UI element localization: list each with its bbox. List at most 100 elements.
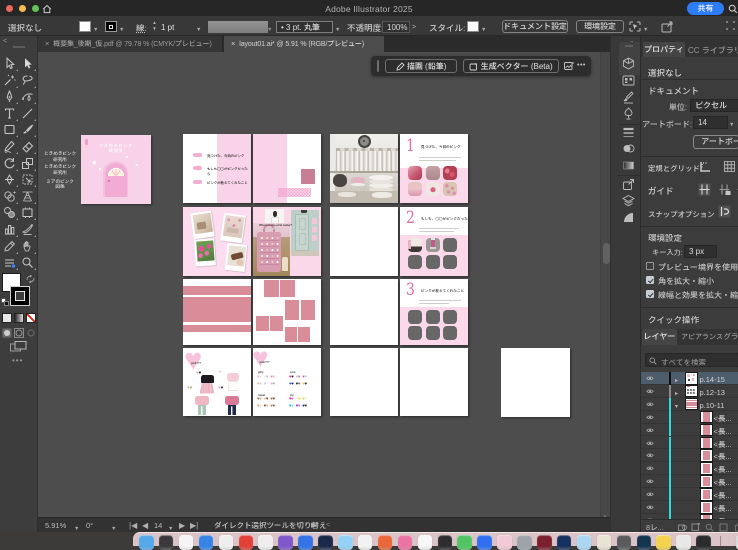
artboard-tool[interactable] — [21, 206, 34, 219]
disclosure-icon[interactable]: ▾ — [675, 401, 678, 410]
fill-color-swatch[interactable] — [79, 21, 91, 32]
layer-row[interactable]: ▸p.14-15 — [641, 372, 738, 385]
layer-thumbnail[interactable] — [701, 450, 712, 461]
visibility-eye-icon[interactable] — [646, 440, 654, 447]
gradient-mode-button[interactable] — [14, 313, 24, 323]
layer-name[interactable]: <長... — [714, 490, 732, 501]
lock-guides-icon[interactable] — [718, 183, 731, 196]
collapse-toolbar-icon[interactable]: < — [3, 36, 7, 46]
visibility-eye-icon[interactable] — [646, 427, 654, 434]
type-tool[interactable] — [3, 107, 16, 120]
key-input-field[interactable]: 3 px — [684, 245, 717, 258]
tab-document-2[interactable]: ×layout01.ai* @ 5.91 % (RGB/プレビュー) — [224, 36, 384, 52]
generate-vectors-button[interactable]: 生成ベクター (Beta) — [463, 59, 559, 73]
search-icon[interactable] — [728, 4, 738, 14]
opacity-value[interactable]: 100% — [382, 21, 410, 33]
intertwine-tool[interactable] — [3, 256, 16, 269]
layer-thumbnail[interactable] — [701, 412, 712, 423]
dock-app-icon[interactable] — [258, 535, 273, 550]
layer-name[interactable]: <長... — [714, 413, 732, 424]
contextual-task-bar[interactable]: 描画 (鉛筆) 生成ベクター (Beta) ••• — [371, 56, 591, 76]
brush-definition[interactable]: • 3 pt. 丸筆 — [276, 21, 333, 33]
dock-app-icon[interactable] — [597, 535, 612, 550]
style-swatch[interactable] — [467, 21, 479, 32]
layer-name[interactable]: <長... — [714, 477, 732, 488]
draw-pencil-button[interactable]: 描画 (鉛筆) — [385, 59, 457, 73]
scale-corners-label[interactable]: 角を拡大・縮小 — [658, 276, 714, 287]
layer-name[interactable]: <長... — [714, 464, 732, 475]
toolbar-drag-handle[interactable] — [13, 46, 25, 48]
free-transform-tool[interactable] — [21, 173, 34, 186]
share-button[interactable]: 共有 — [687, 2, 724, 15]
artboard-toc-left[interactable]: 見つけた、今日のピンク もしも○○がピンクだったら ピンクが教えてくれたこと — [183, 134, 251, 203]
fill-chevron-icon[interactable]: ▼ — [93, 25, 98, 33]
stroke-panel-icon[interactable] — [622, 126, 635, 139]
preferences-button[interactable]: 環境設定 — [576, 20, 624, 33]
width-profile-chevron-icon[interactable]: ▼ — [267, 25, 272, 33]
stroke-weight-label[interactable]: 線: — [136, 22, 147, 34]
stroke-chevron-icon[interactable]: ▼ — [119, 25, 124, 33]
layers-panel-icon[interactable] — [622, 194, 635, 207]
layer-row[interactable]: ▾p.10-11 — [641, 398, 738, 411]
last-artboard-icon[interactable]: ▶| — [190, 520, 198, 531]
artboard-nav-value[interactable]: 14 — [154, 520, 162, 531]
stroke-color-swatch[interactable] — [105, 21, 117, 32]
draw-inside-icon[interactable] — [26, 328, 36, 338]
make-mask-icon[interactable] — [678, 523, 687, 532]
3d-panel-icon[interactable] — [622, 57, 635, 70]
artboard-cover[interactable]: ときめきピンク 研究所 — [81, 135, 151, 204]
layer-row[interactable]: <長... — [641, 449, 738, 462]
dock-app-icon[interactable] — [457, 535, 472, 550]
dock-app-icon[interactable] — [477, 535, 492, 550]
tab-cc-libraries[interactable]: CC ライブラリ — [688, 45, 738, 56]
hand-tool[interactable] — [21, 240, 34, 253]
layer-thumbnail[interactable] — [701, 438, 712, 449]
visibility-eye-icon[interactable] — [646, 504, 654, 511]
style-chevron-icon[interactable]: ▼ — [481, 25, 486, 33]
snap-magnet-icon[interactable] — [718, 205, 731, 218]
rotation-chevron-icon[interactable]: ▼ — [111, 523, 116, 534]
default-fill-stroke-icon[interactable] — [1, 298, 9, 306]
slice-tool[interactable] — [21, 223, 34, 236]
zoom-tool[interactable] — [21, 256, 34, 269]
taskbar-drag-handle[interactable] — [377, 60, 379, 72]
panel-drag-handle[interactable] — [625, 45, 633, 47]
dock-app-icon[interactable] — [278, 535, 293, 550]
artboard-count-dropdown[interactable]: 14 — [693, 116, 728, 129]
export-icon[interactable] — [661, 21, 673, 33]
prev-artboard-icon[interactable]: ◀ — [142, 520, 148, 531]
line-segment-tool[interactable] — [21, 107, 34, 120]
shape-builder-tool[interactable] — [3, 190, 16, 203]
dock-app-icon[interactable] — [239, 535, 254, 550]
dock-app-icon[interactable] — [298, 535, 313, 550]
dock-app-icon[interactable] — [537, 535, 552, 550]
workspace-icon[interactable] — [726, 21, 735, 30]
visibility-eye-icon[interactable] — [646, 375, 654, 382]
canvas-pasteboard[interactable]: ときめきピンク 研究所 ときめきピンク 研究所 ミアのピンク 図鑑 ときめきピン… — [38, 52, 610, 517]
layer-name[interactable]: p.14-15 — [700, 374, 725, 385]
first-artboard-icon[interactable]: |◀ — [129, 520, 137, 531]
macos-dock[interactable] — [133, 532, 738, 546]
paintbrush-tool[interactable] — [21, 123, 34, 136]
layer-row[interactable]: <長... — [641, 437, 738, 450]
opacity-expand-icon[interactable]: > — [412, 22, 416, 32]
curvature-tool[interactable] — [21, 90, 34, 103]
artboard-blank-1[interactable] — [330, 207, 398, 276]
dock-app-icon[interactable] — [557, 535, 572, 550]
layer-thumbnail[interactable] — [701, 476, 712, 487]
artboard-page-1[interactable]: 1 見つけた、今日のピンク — [400, 134, 468, 203]
visibility-eye-icon[interactable] — [646, 491, 654, 498]
rectangle-tool[interactable] — [3, 123, 16, 136]
scale-tool[interactable] — [21, 157, 34, 170]
magic-wand-tool[interactable] — [3, 74, 16, 87]
layer-name[interactable]: <長... — [714, 503, 732, 514]
document-setup-button[interactable]: ドキュメント設定 — [502, 20, 568, 33]
stroke-color-well[interactable] — [10, 286, 30, 306]
units-dropdown[interactable]: ピクセル — [690, 99, 738, 112]
layer-thumbnail[interactable] — [701, 489, 712, 500]
perspective-grid-tool[interactable] — [21, 190, 34, 203]
visibility-eye-icon[interactable] — [646, 388, 654, 395]
artboard-toc-right[interactable] — [253, 134, 321, 203]
dock-app-icon[interactable] — [517, 535, 532, 550]
dock-app-icon[interactable] — [338, 535, 353, 550]
